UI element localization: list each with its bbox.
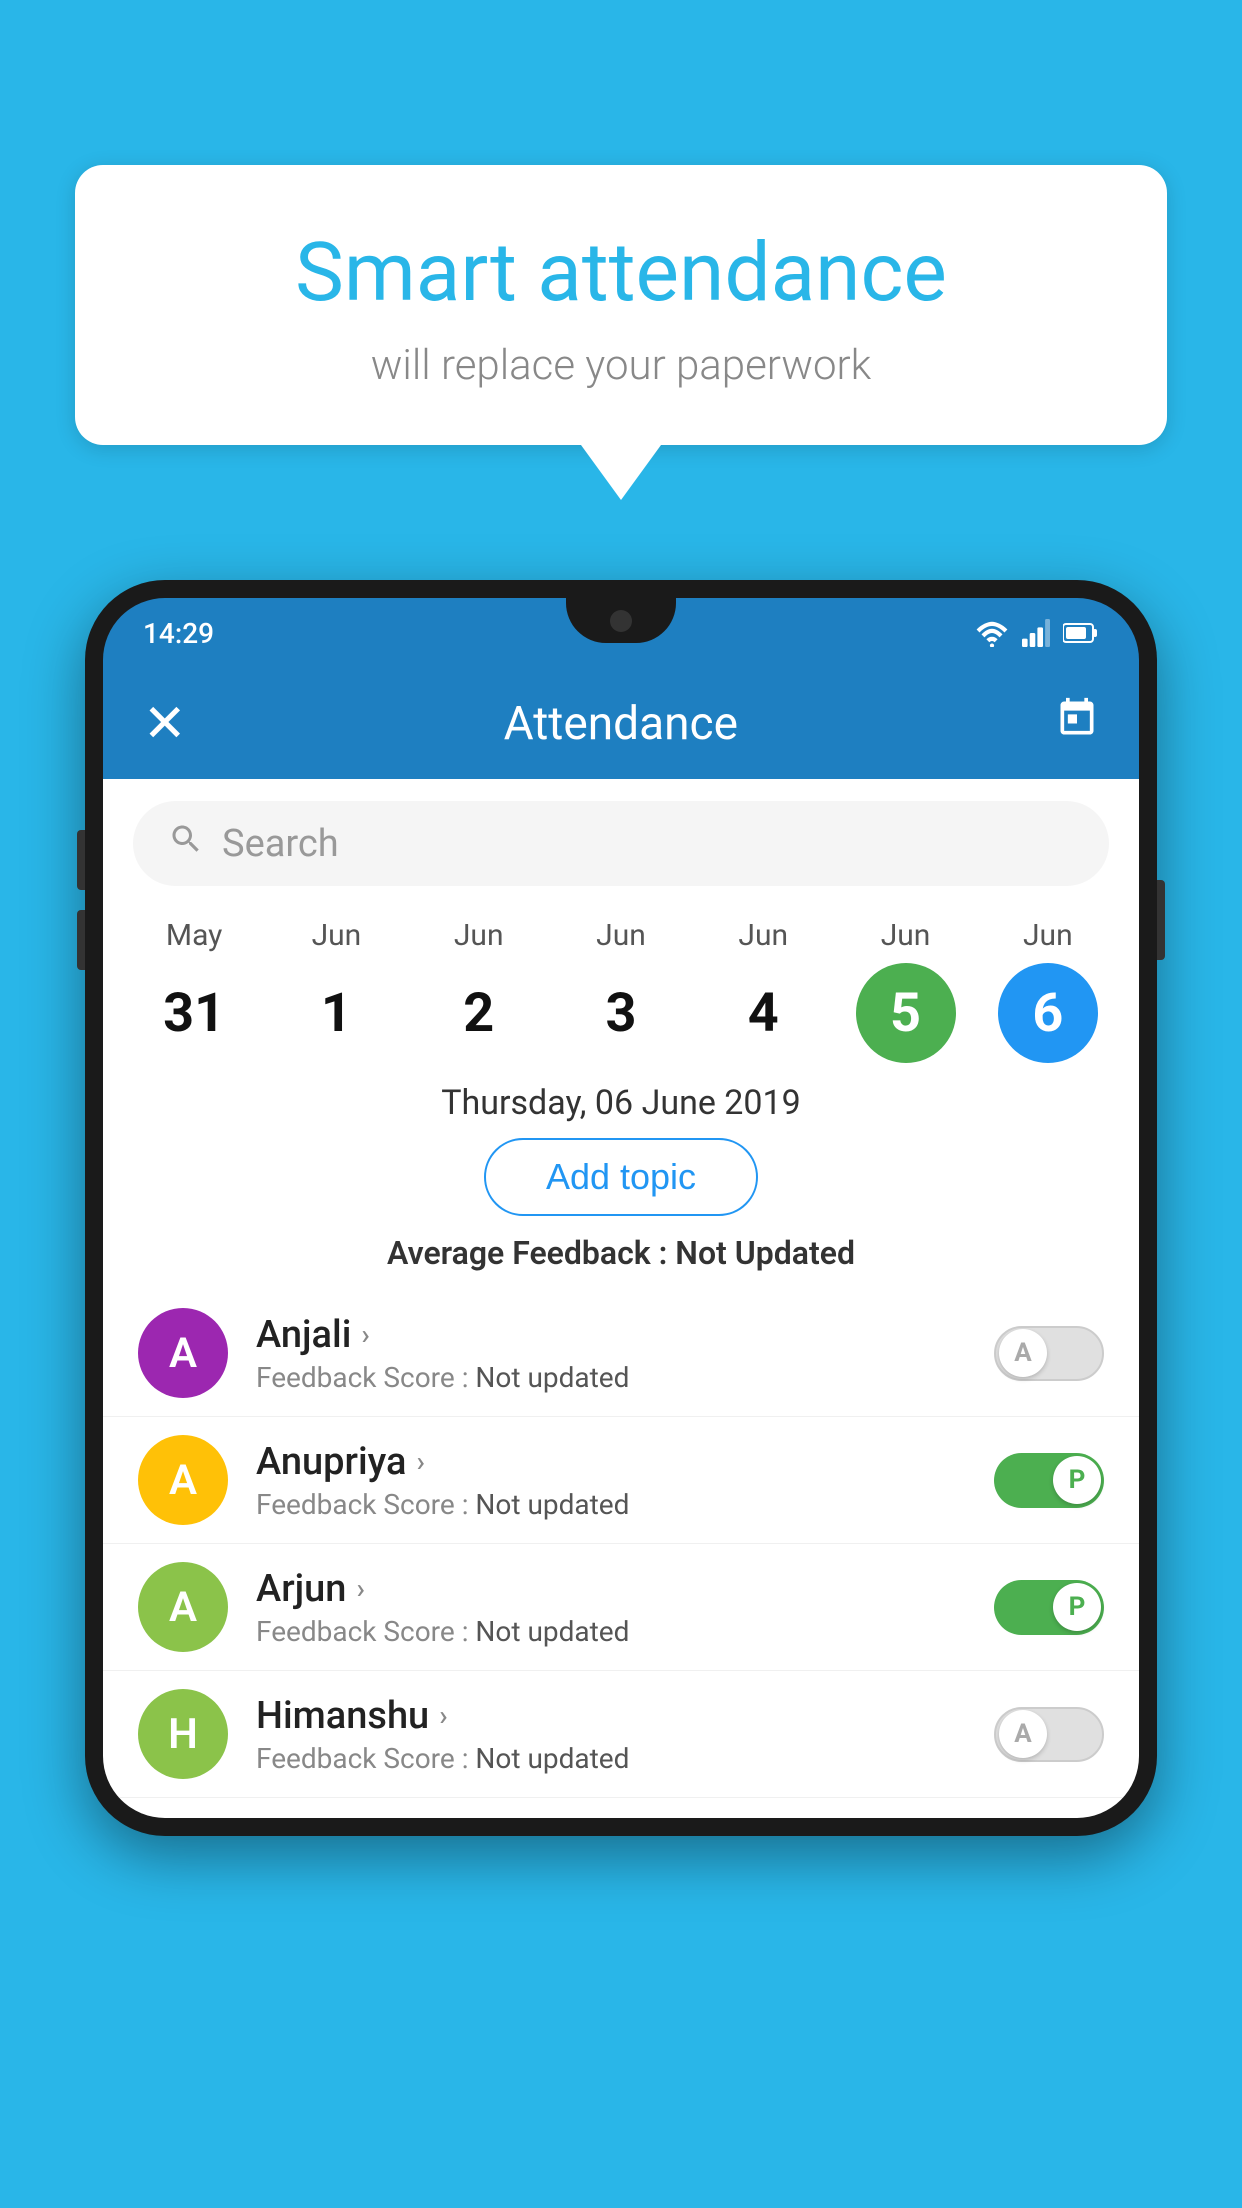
calendar-day[interactable]: Jun 4 [698,918,828,1063]
attendance-toggle[interactable]: A [994,1326,1104,1381]
phone-screen: ✕ Attendance Search May31Jun [103,668,1139,1818]
wifi-icon [975,619,1009,647]
student-item[interactable]: A Anjali › Feedback Score : Not updated A [103,1290,1139,1417]
cal-month-label: Jun [454,918,504,953]
cal-month-label: Jun [596,918,646,953]
phone-container: 14:29 [85,580,1157,1836]
feedback-value: Not updated [475,1615,629,1648]
status-icons [975,619,1099,647]
battery-icon [1063,621,1099,645]
cal-month-label: Jun [1023,918,1073,953]
student-name: Anjali › [256,1313,966,1357]
student-info: Himanshu › Feedback Score : Not updated [256,1694,966,1775]
student-info: Arjun › Feedback Score : Not updated [256,1567,966,1648]
toggle-knob: P [1053,1456,1101,1504]
avg-feedback-value: Not Updated [675,1234,855,1272]
feedback-value: Not updated [475,1361,629,1394]
attendance-toggle[interactable]: A [994,1707,1104,1762]
student-list: AAnjali ›Feedback Score : Not updatedAAA… [103,1290,1139,1818]
power-button [1157,880,1165,960]
status-time: 14:29 [143,617,214,650]
cal-date[interactable]: 5 [856,963,956,1063]
selected-date-label: Thursday, 06 June 2019 [103,1063,1139,1138]
student-avatar: A [138,1435,228,1525]
student-feedback: Feedback Score : Not updated [256,1361,966,1394]
student-feedback: Feedback Score : Not updated [256,1615,966,1648]
search-placeholder: Search [222,822,339,866]
cal-date[interactable]: 4 [713,963,813,1063]
speech-bubble-heading: Smart attendance [125,225,1117,321]
cal-month-label: Jun [312,918,362,953]
chevron-right-icon: › [416,1445,424,1478]
calendar-row: May 31 Jun 1 Jun 2 Jun 3 Jun 4 Jun 5 Jun 6 [103,908,1139,1063]
signal-icon [1021,619,1051,647]
cal-date[interactable]: 6 [998,963,1098,1063]
phone: 14:29 [85,580,1157,1836]
cal-date[interactable]: 2 [429,963,529,1063]
student-item[interactable]: H Himanshu › Feedback Score : Not updated A [103,1671,1139,1798]
student-avatar: A [138,1562,228,1652]
speech-bubble-container: Smart attendance will replace your paper… [75,165,1167,500]
student-avatar: A [138,1308,228,1398]
app-title: Attendance [504,697,738,751]
avg-feedback: Average Feedback : Not Updated [103,1234,1139,1290]
cal-month-label: Jun [738,918,788,953]
student-info: Anupriya › Feedback Score : Not updated [256,1440,966,1521]
attendance-toggle[interactable]: P [994,1580,1104,1635]
add-topic-button[interactable]: Add topic [484,1138,758,1216]
speech-bubble: Smart attendance will replace your paper… [75,165,1167,445]
student-avatar: H [138,1689,228,1779]
volume-down-button [77,910,85,970]
search-bar[interactable]: Search [133,801,1109,886]
cal-date[interactable]: 31 [144,963,244,1063]
calendar-icon[interactable] [1055,696,1099,751]
student-feedback: Feedback Score : Not updated [256,1488,966,1521]
student-item[interactable]: A Anupriya › Feedback Score : Not updated P [103,1417,1139,1544]
toggle-knob: P [1053,1583,1101,1631]
front-camera [610,610,632,632]
student-item[interactable]: A Arjun › Feedback Score : Not updated P [103,1544,1139,1671]
app-header: ✕ Attendance [103,668,1139,779]
chevron-right-icon: › [361,1318,369,1351]
student-name: Anupriya › [256,1440,966,1484]
speech-bubble-tail [581,445,661,500]
student-info: Anjali › Feedback Score : Not updated [256,1313,966,1394]
student-name: Arjun › [256,1567,966,1611]
speech-bubble-subtext: will replace your paperwork [125,341,1117,390]
calendar-day[interactable]: Jun 1 [271,918,401,1063]
calendar-day[interactable]: Jun 3 [556,918,686,1063]
avg-feedback-label: Average Feedback : [387,1234,667,1272]
cal-date[interactable]: 1 [286,963,386,1063]
attendance-toggle[interactable]: P [994,1453,1104,1508]
feedback-value: Not updated [475,1742,629,1775]
close-button[interactable]: ✕ [143,698,187,750]
notch [566,598,676,643]
volume-up-button [77,830,85,890]
student-name: Himanshu › [256,1694,966,1738]
chevron-right-icon: › [439,1699,447,1732]
feedback-value: Not updated [475,1488,629,1521]
toggle-knob: A [999,1710,1047,1758]
calendar-day[interactable]: Jun 5 [841,918,971,1063]
calendar-day[interactable]: Jun 2 [414,918,544,1063]
calendar-day[interactable]: May 31 [129,918,259,1063]
toggle-knob: A [999,1329,1047,1377]
status-bar: 14:29 [103,598,1139,668]
calendar-day[interactable]: Jun 6 [983,918,1113,1063]
cal-month-label: Jun [881,918,931,953]
student-feedback: Feedback Score : Not updated [256,1742,966,1775]
chevron-right-icon: › [356,1572,364,1605]
cal-month-label: May [166,918,222,953]
search-icon [168,821,204,866]
cal-date[interactable]: 3 [571,963,671,1063]
